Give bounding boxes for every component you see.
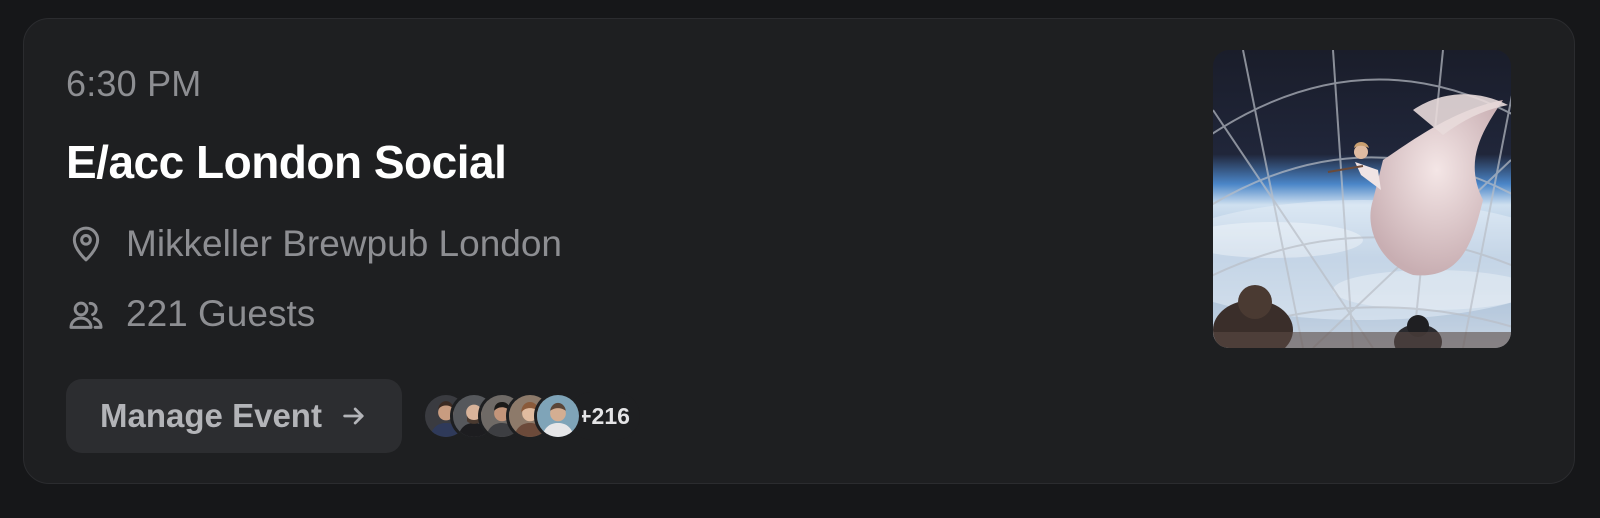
event-card[interactable]: 6:30 PM E/acc London Social Mikkeller Br… — [23, 18, 1575, 484]
location-name: Mikkeller Brewpub London — [126, 223, 563, 264]
avatar — [534, 392, 582, 440]
event-location: Mikkeller Brewpub London — [66, 223, 562, 265]
event-time: 6:30 PM — [66, 63, 202, 104]
users-icon — [66, 294, 106, 334]
arrow-right-icon — [340, 402, 368, 430]
event-cover-image[interactable] — [1213, 50, 1511, 348]
manage-event-label: Manage Event — [100, 397, 322, 434]
event-title[interactable]: E/acc London Social — [66, 135, 507, 189]
manage-event-button[interactable]: Manage Event — [66, 379, 402, 453]
map-pin-icon — [66, 224, 106, 264]
event-guests: 221 Guests — [66, 293, 315, 335]
attendee-avatars[interactable]: +216 — [422, 392, 640, 440]
guest-count: 221 Guests — [126, 293, 316, 334]
